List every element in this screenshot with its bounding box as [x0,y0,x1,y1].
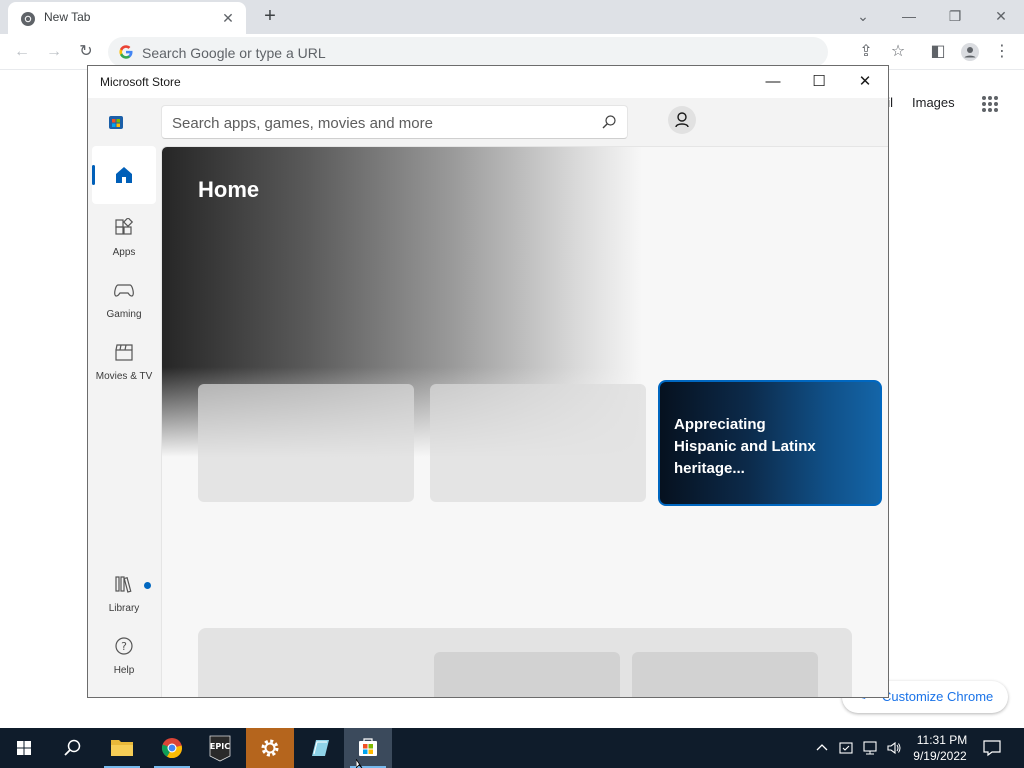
show-hidden-icons-chevron-icon[interactable] [814,740,830,756]
microsoft-store-window: Microsoft Store — ☐ ✕ Search apps, games… [87,65,889,698]
chrome-tab-strip: New Tab ✕ + ⌄ — ❐ ✕ [0,0,1024,34]
windows-taskbar: EPIC 11:31 PM 9/19/2022 [0,728,1024,768]
customize-chrome-label: Customize Chrome [882,689,994,704]
chrome-restore-button[interactable]: ❐ [940,4,970,28]
network-icon[interactable] [862,740,878,756]
help-icon: ? [115,637,133,655]
home-icon [116,167,132,183]
nav-item-library[interactable]: Library [92,574,156,614]
featured-card-placeholder[interactable] [198,384,414,502]
bookmark-star-icon[interactable]: ☆ [886,40,910,64]
notepad-icon [312,740,329,756]
omnibox[interactable]: Search Google or type a URL [108,37,828,67]
nav-label-movies-tv: Movies & TV [95,371,153,382]
store-nav-rail: Apps Gaming Movies & TV Library ? Help [88,146,160,697]
security-tray-icon[interactable] [838,740,854,756]
forward-arrow-icon[interactable]: → [42,40,66,64]
nav-label-apps: Apps [112,247,136,258]
taskbar-file-explorer[interactable] [98,728,146,768]
store-logo-icon [109,116,123,129]
nav-item-apps[interactable]: Apps [92,216,156,258]
omnibox-placeholder: Search Google or type a URL [142,45,326,61]
gear-icon [261,739,279,757]
featured-card-placeholder[interactable] [430,384,646,502]
ntp-images-link[interactable]: Images [912,95,955,110]
collection-tile[interactable] [632,652,818,697]
store-search-input[interactable]: Search apps, games, movies and more [161,105,628,139]
nav-item-movies-tv[interactable]: Movies & TV [92,342,156,382]
back-arrow-icon[interactable]: ← [10,40,34,64]
store-header: Search apps, games, movies and more [88,98,888,146]
collection-panel [198,628,852,697]
taskbar-search-button[interactable] [48,728,96,768]
store-titlebar: Microsoft Store — ☐ ✕ [88,66,888,98]
nav-label-gaming: Gaming [106,309,142,320]
page-title: Home [198,177,260,202]
share-icon[interactable]: ⇪ [854,40,878,64]
nav-item-gaming[interactable]: Gaming [92,280,156,320]
store-home-content: Home Appreciating Hispanic and Latinx he… [161,146,888,697]
side-panel-icon[interactable]: ◧ [926,40,950,64]
tab-new-tab[interactable]: New Tab ✕ [8,2,246,34]
taskbar-microsoft-store[interactable] [344,728,392,768]
apps-icon [115,216,134,235]
search-icon [64,739,81,756]
chrome-favicon-icon [21,12,35,26]
mouse-cursor-icon [356,759,363,768]
store-close-button[interactable]: ✕ [842,66,888,98]
store-maximize-button[interactable]: ☐ [796,66,842,98]
svg-text:EPIC: EPIC [210,742,230,751]
google-g-icon [119,45,133,59]
profile-avatar-icon[interactable] [958,40,982,64]
nav-selected-indicator [92,165,95,185]
start-button[interactable] [0,728,48,768]
tab-title: New Tab [44,10,91,24]
tab-search-chevron-icon[interactable]: ⌄ [848,4,878,28]
taskbar-chrome[interactable] [148,728,196,768]
windows-logo-icon [17,741,31,755]
store-window-title: Microsoft Store [100,75,181,89]
store-minimize-button[interactable]: — [750,66,796,98]
taskbar-clock-time[interactable]: 11:31 PM [912,733,972,747]
folder-icon [111,740,133,756]
store-account-avatar[interactable] [668,106,696,134]
featured-card-title: Appreciating Hispanic and Latinx heritag… [674,416,816,477]
chrome-close-button[interactable]: ✕ [986,4,1016,28]
nav-label-help: Help [113,665,135,676]
person-icon [675,112,689,128]
gamepad-icon [114,284,134,297]
nav-item-help[interactable]: ? Help [92,636,156,676]
taskbar-epic-games[interactable]: EPIC [196,728,244,768]
volume-icon[interactable] [886,740,902,756]
chrome-minimize-button[interactable]: — [894,4,924,28]
taskbar-notepad[interactable] [296,728,344,768]
action-center-icon[interactable] [982,739,1002,757]
featured-card-heritage[interactable]: Appreciating Hispanic and Latinx heritag… [658,380,882,506]
nav-item-home[interactable] [92,146,156,204]
collection-tile[interactable] [434,652,620,697]
store-search-placeholder: Search apps, games, movies and more [172,115,433,132]
microsoft-store-icon [359,738,377,756]
new-tab-button[interactable]: + [258,5,282,29]
chrome-menu-icon[interactable]: ⋮ [990,40,1014,64]
nav-label-library: Library [108,603,140,614]
library-notification-badge [144,582,151,589]
taskbar-settings[interactable] [246,728,294,768]
reload-icon[interactable]: ↻ [74,40,98,64]
epic-games-icon: EPIC [209,735,231,762]
search-icon[interactable] [601,114,617,130]
library-icon [115,576,132,593]
taskbar-clock-date[interactable]: 9/19/2022 [908,749,972,763]
google-apps-grid-icon[interactable] [980,94,1000,114]
clapperboard-icon [115,344,133,361]
chrome-icon [161,738,183,759]
svg-text:?: ? [121,640,127,653]
tab-close-icon[interactable]: ✕ [218,8,238,28]
